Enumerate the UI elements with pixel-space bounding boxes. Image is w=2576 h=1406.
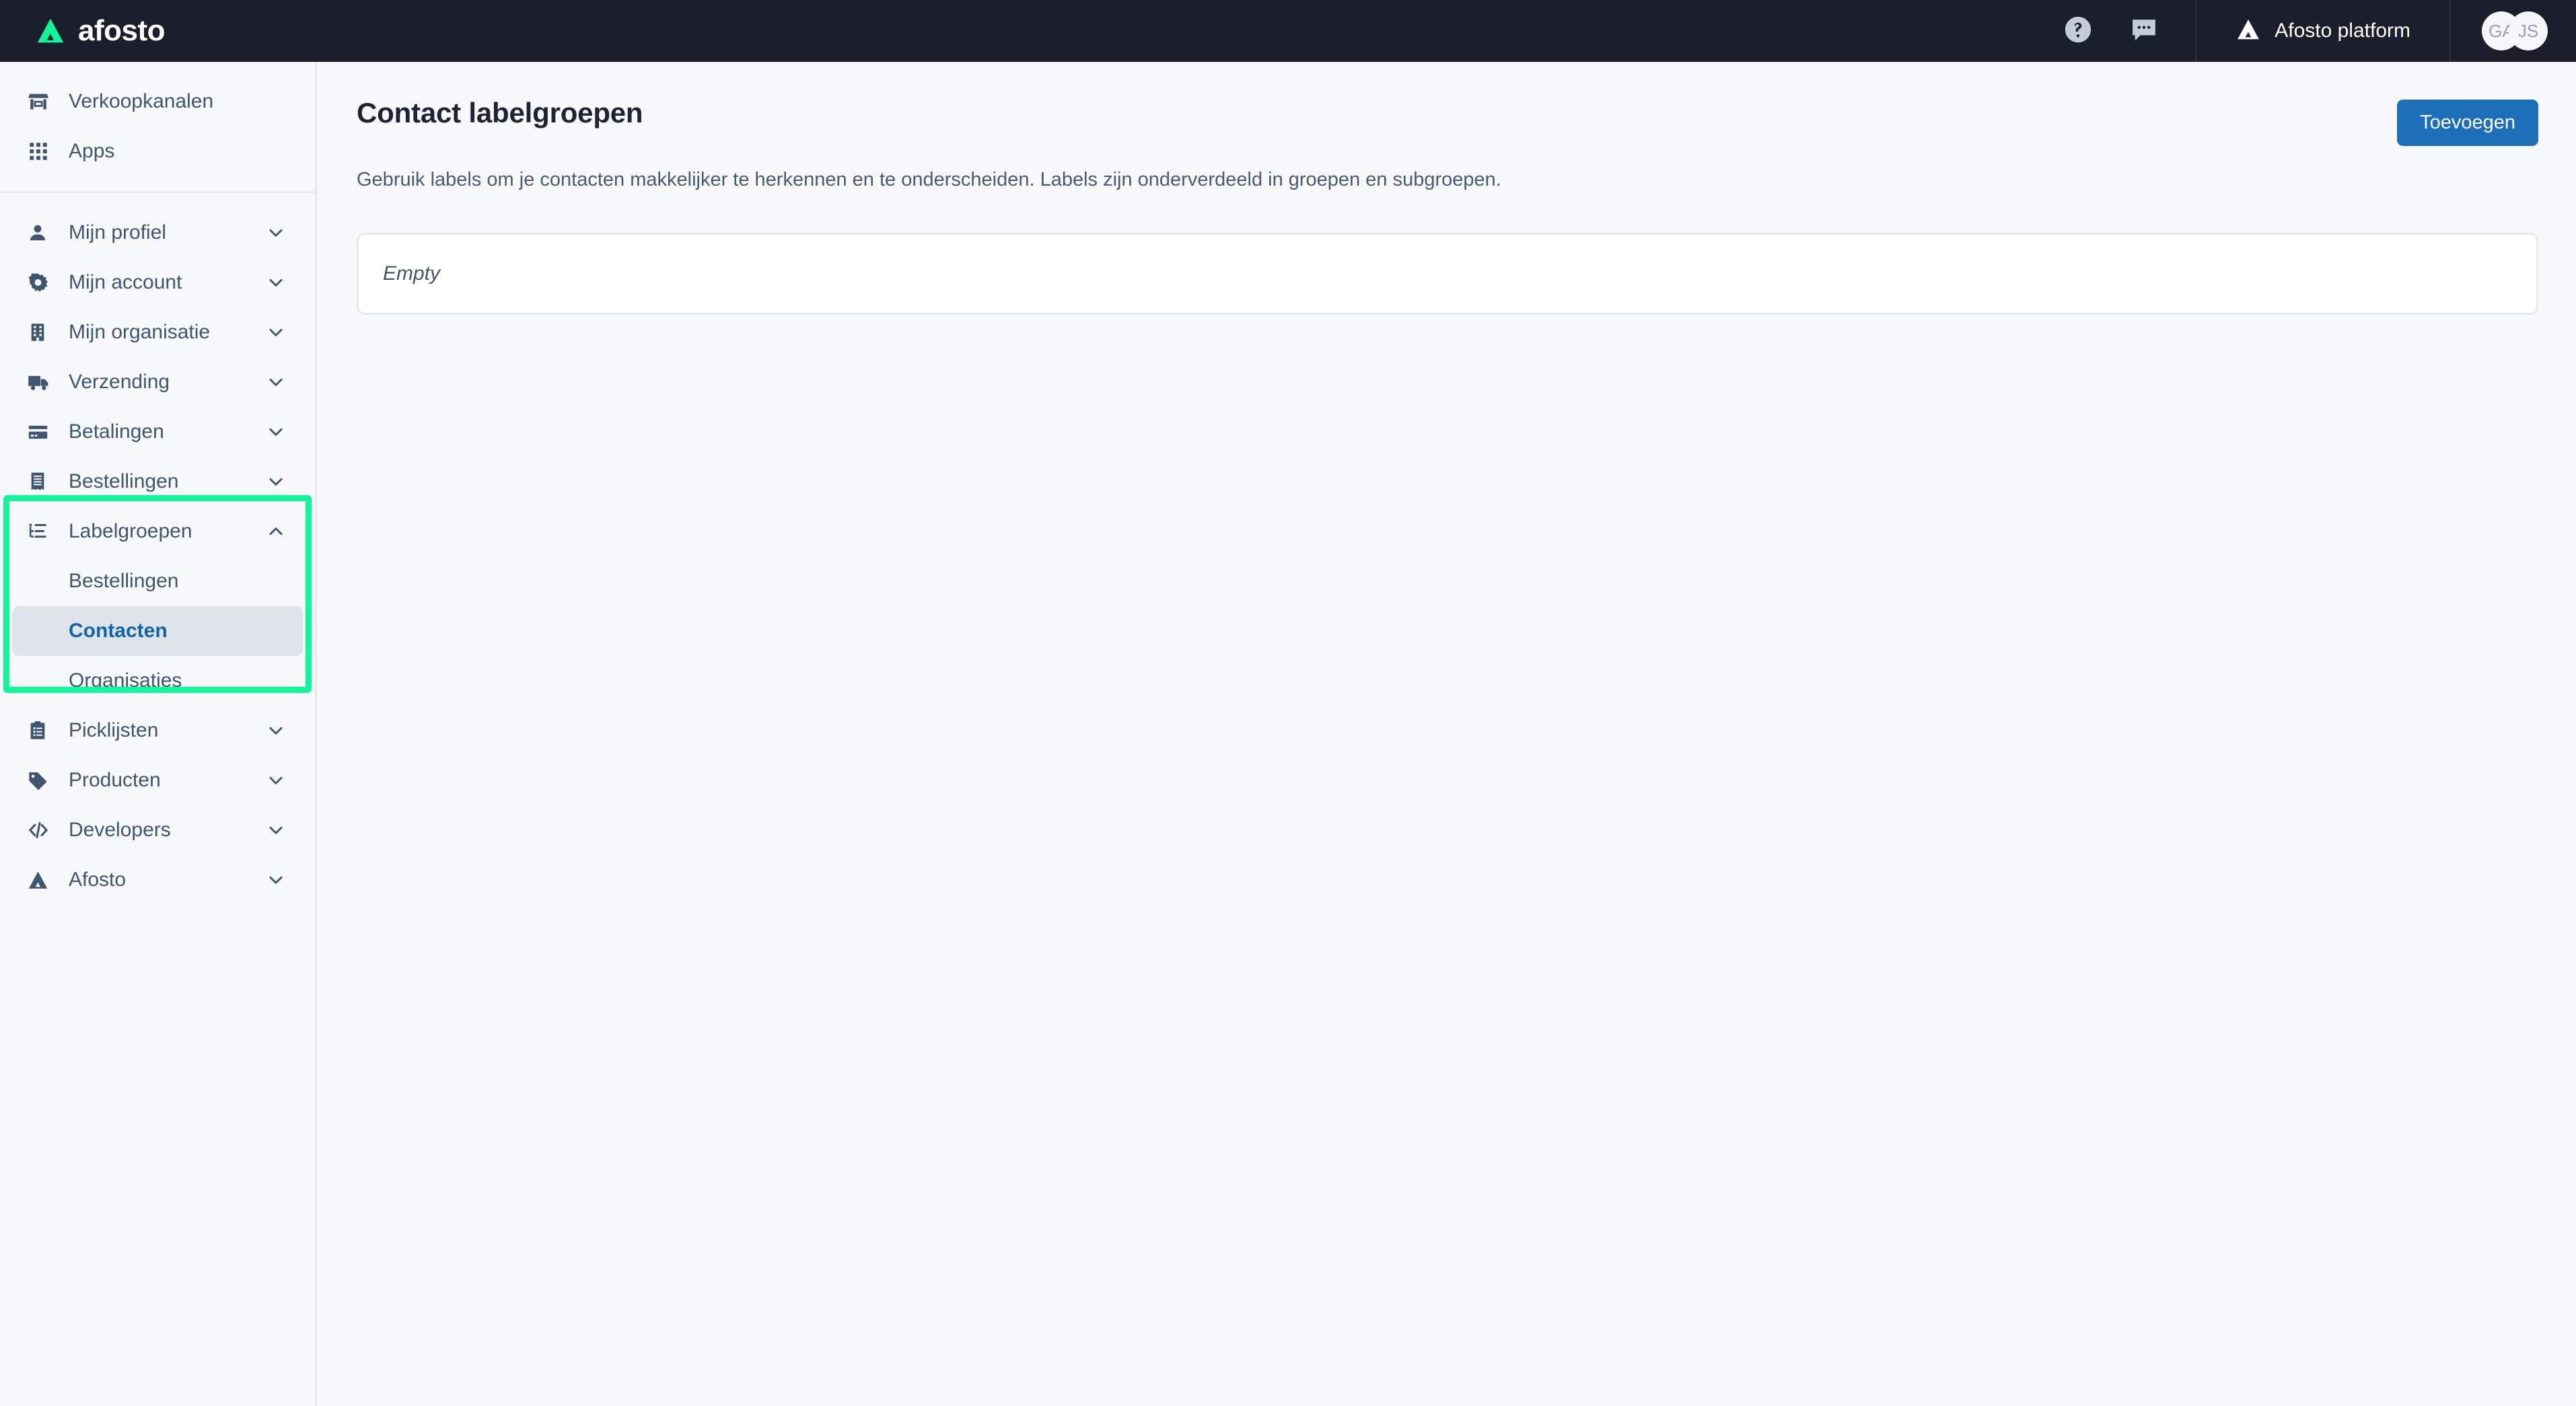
empty-state-text: Empty <box>383 262 441 285</box>
afosto-triangle-logo-icon <box>35 15 66 46</box>
avatar-group[interactable]: GA JS <box>2451 11 2576 50</box>
sidebar-item-betalingen[interactable]: Betalingen <box>12 407 303 457</box>
sidebar-item-verzending[interactable]: Verzending <box>12 357 303 407</box>
tag-icon <box>27 770 58 792</box>
chevron-down-icon[interactable] <box>264 272 288 293</box>
sidebar-item-verkoopkanalen[interactable]: Verkoopkanalen <box>12 77 303 126</box>
afosto-triangle-icon <box>2235 17 2261 46</box>
code-icon <box>27 819 58 842</box>
grid-apps-icon <box>27 140 58 163</box>
platform-label: Afosto platform <box>2275 20 2410 42</box>
chevron-down-icon[interactable] <box>264 472 288 492</box>
sidebar-item-developers[interactable]: Developers <box>12 805 303 855</box>
sidebar-item-label: Bestellingen <box>69 470 179 492</box>
avatar[interactable]: JS <box>2509 11 2548 50</box>
sidebar-item-label: Apps <box>69 140 115 162</box>
page-header: Contact labelgroepen Toevoegen <box>357 97 2538 146</box>
sidebar-subitem-contacten[interactable]: Contacten <box>12 606 303 656</box>
sidebar-item-mijn-organisatie[interactable]: Mijn organisatie <box>12 307 303 357</box>
receipt-icon <box>27 471 58 492</box>
sidebar-item-label: Verkoopkanalen <box>69 90 214 112</box>
sidebar-item-bestellingen[interactable]: Bestellingen <box>12 457 303 507</box>
sidebar-item-label: Producten <box>69 769 161 791</box>
clipboard-list-icon <box>27 720 58 741</box>
page-title: Contact labelgroepen <box>357 97 643 128</box>
topbar-action-icons <box>2061 13 2195 48</box>
chevron-down-icon[interactable] <box>264 720 288 741</box>
help-circle-icon <box>2063 14 2094 48</box>
chevron-down-icon[interactable] <box>264 223 288 243</box>
sidebar-item-label: Labelgroepen <box>69 520 192 542</box>
chevron-down-icon[interactable] <box>264 422 288 442</box>
labelgroups-card: Empty <box>357 233 2538 315</box>
sidebar-subitem-label: Bestellingen <box>69 570 179 592</box>
brand-logo[interactable]: afosto <box>0 14 166 47</box>
sidebar-subitem-label: Contacten <box>69 620 168 642</box>
user-icon <box>27 222 58 244</box>
sidebar-item-producten[interactable]: Producten <box>12 755 303 805</box>
page-description: Gebruik labels om je contacten makkelijk… <box>357 169 1501 190</box>
tree-list-icon <box>27 521 58 543</box>
platform-switcher[interactable]: Afosto platform <box>2196 0 2449 62</box>
credit-card-icon <box>27 421 58 443</box>
sidebar-group-secondary: Mijn profiel Mijn account Mijn organisat… <box>0 191 315 920</box>
sidebar-item-label: Picklijsten <box>69 719 159 741</box>
chevron-down-icon[interactable] <box>264 870 288 890</box>
sidebar-item-label: Mijn organisatie <box>69 321 211 343</box>
chat-button[interactable] <box>2126 13 2161 48</box>
app-root: afosto Afosto platform GA JS Verkoopkana… <box>0 0 2576 1406</box>
sidebar-item-label: Mijn account <box>69 271 182 293</box>
chevron-down-icon[interactable] <box>264 770 288 790</box>
sidebar-item-mijn-account[interactable]: Mijn account <box>12 258 303 307</box>
afosto-triangle-icon <box>27 869 58 891</box>
sidebar-subitem-organisaties[interactable]: Organisaties <box>12 656 303 706</box>
sidebar-subitem-bestellingen[interactable]: Bestellingen <box>12 556 303 606</box>
sidebar-item-label: Verzending <box>69 371 170 393</box>
chevron-down-icon[interactable] <box>264 372 288 392</box>
truck-icon <box>27 371 58 394</box>
sidebar-item-label: Developers <box>69 819 171 841</box>
sidebar-item-picklijsten[interactable]: Picklijsten <box>12 706 303 755</box>
gear-icon <box>27 272 58 294</box>
chat-bubble-icon <box>2128 14 2159 48</box>
help-button[interactable] <box>2061 13 2096 48</box>
sidebar-item-label: Betalingen <box>69 420 164 443</box>
sidebar-item-label: Afosto <box>69 868 127 891</box>
sidebar-item-afosto[interactable]: Afosto <box>12 855 303 905</box>
sidebar: Verkoopkanalen Apps Mijn profiel Mijn ac… <box>0 62 317 1406</box>
chevron-down-icon[interactable] <box>264 322 288 342</box>
main-content: Contact labelgroepen Toevoegen Gebruik l… <box>319 62 2576 1406</box>
storefront-icon <box>27 90 58 113</box>
top-bar: afosto Afosto platform GA JS <box>0 0 2576 62</box>
add-button[interactable]: Toevoegen <box>2397 100 2538 146</box>
brand-name: afosto <box>78 14 166 47</box>
chevron-down-icon[interactable] <box>264 820 288 840</box>
sidebar-item-mijn-profiel[interactable]: Mijn profiel <box>12 208 303 258</box>
sidebar-item-apps[interactable]: Apps <box>12 126 303 176</box>
sidebar-group-primary: Verkoopkanalen Apps <box>0 62 315 191</box>
building-icon <box>27 322 58 343</box>
sidebar-subitem-label: Organisaties <box>69 669 182 692</box>
sidebar-item-label: Mijn profiel <box>69 221 167 244</box>
sidebar-item-labelgroepen[interactable]: Labelgroepen <box>12 507 303 556</box>
chevron-up-icon[interactable] <box>264 521 288 542</box>
